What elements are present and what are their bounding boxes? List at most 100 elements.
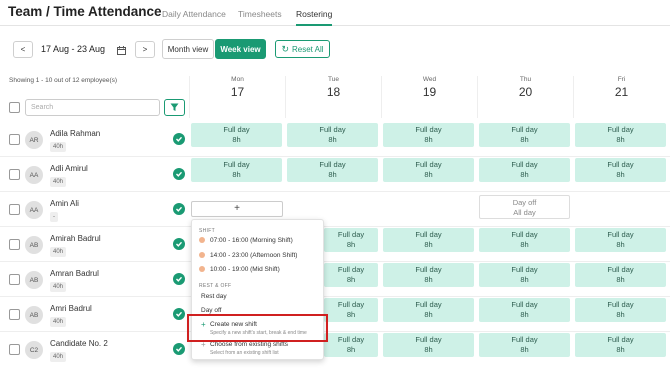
month-view-button[interactable]: Month view <box>162 39 214 59</box>
shift-cell[interactable]: Full day 8h <box>324 298 378 322</box>
shift-duration: 8h <box>616 310 625 319</box>
shift-cell[interactable]: Full day 8h <box>191 158 282 182</box>
shift-label: Full day <box>415 300 442 309</box>
day-off-cell[interactable]: Day off All day <box>479 195 570 219</box>
shift-duration: 8h <box>616 135 625 144</box>
prev-week-button[interactable]: < <box>13 41 33 58</box>
employee-checkbox[interactable] <box>9 204 20 215</box>
tab-timesheets[interactable]: Timesheets <box>238 9 282 26</box>
shift-cell[interactable]: Full day 8h <box>324 333 378 357</box>
shift-label: Full day <box>607 230 634 239</box>
chevron-left-icon: < <box>20 45 26 54</box>
shift-cell[interactable]: Full day 8h <box>575 123 666 147</box>
shift-label: Full day <box>415 160 442 169</box>
shift-cell[interactable]: Full day 8h <box>383 263 474 287</box>
create-new-shift-highlight[interactable] <box>187 314 328 342</box>
shift-duration: 8h <box>520 275 529 284</box>
menu-item-rest-day[interactable]: Rest day <box>201 293 227 300</box>
shift-duration: 8h <box>328 135 337 144</box>
avatar: AR <box>25 131 43 149</box>
add-shift-button[interactable]: + <box>191 201 283 217</box>
shift-cell[interactable]: Full day 8h <box>575 158 666 182</box>
employee-checkbox[interactable] <box>9 274 20 285</box>
status-check-icon <box>173 343 185 355</box>
shift-duration: 8h <box>520 310 529 319</box>
shift-cell[interactable]: Full day 8h <box>575 298 666 322</box>
employee-name: Amin Ali <box>50 199 79 208</box>
day-header-fri: Fri 21 <box>573 76 669 118</box>
row-divider <box>0 191 670 192</box>
shift-cell[interactable]: Full day 8h <box>479 333 570 357</box>
shift-cell[interactable]: Full day 8h <box>383 228 474 252</box>
employee-checkbox[interactable] <box>9 309 20 320</box>
shift-cell[interactable]: Full day 8h <box>287 123 378 147</box>
shift-cell[interactable]: Full day 8h <box>287 158 378 182</box>
shift-cell[interactable]: Full day 8h <box>191 123 282 147</box>
shift-cell[interactable]: Full day 8h <box>575 333 666 357</box>
shift-duration: 8h <box>616 240 625 249</box>
shift-cell[interactable]: Full day 8h <box>479 123 570 147</box>
day-off-label: Day off <box>512 198 537 207</box>
menu-item-day-off[interactable]: Day off <box>201 307 221 314</box>
reset-all-button[interactable]: ↻ Reset All <box>275 40 330 58</box>
day-number: 19 <box>422 85 437 99</box>
shift-cell[interactable]: Full day 8h <box>575 228 666 252</box>
choose-existing-shift-title[interactable]: Choose from existing shifts <box>210 341 288 348</box>
employee-name: Adli Amirul <box>50 164 88 173</box>
status-check-icon <box>173 133 185 145</box>
shift-cell[interactable]: Full day 8h <box>479 263 570 287</box>
shift-color-dot <box>199 252 205 258</box>
employee-checkbox[interactable] <box>9 169 20 180</box>
shift-label: Full day <box>607 335 634 344</box>
date-range: 17 Aug - 23 Aug <box>41 44 106 54</box>
day-number: 21 <box>614 85 629 99</box>
calendar-icon[interactable] <box>117 42 126 55</box>
select-all-checkbox[interactable] <box>9 102 20 113</box>
shift-cell[interactable]: Full day 8h <box>383 333 474 357</box>
shift-duration: 8h <box>520 345 529 354</box>
reset-all-label: Reset All <box>291 44 324 54</box>
row-divider <box>0 261 670 262</box>
shift-label: Full day <box>607 125 634 134</box>
shift-label: Full day <box>415 230 442 239</box>
shift-cell[interactable]: Full day 8h <box>383 298 474 322</box>
shift-cell[interactable]: Full day 8h <box>324 228 378 252</box>
shift-cell[interactable]: Full day 8h <box>479 228 570 252</box>
employee-name: Adila Rahman <box>50 129 101 138</box>
tab-daily-attendance[interactable]: Daily Attendance <box>162 9 226 26</box>
shift-cell[interactable]: Full day 8h <box>479 298 570 322</box>
next-week-button[interactable]: > <box>135 41 155 58</box>
status-check-icon <box>173 168 185 180</box>
menu-item-afternoon-shift[interactable]: 14:00 - 23:00 (Afternoon Shift) <box>199 252 297 259</box>
menu-item-mid-shift[interactable]: 10:00 - 19:00 (Mid Shift) <box>199 266 280 273</box>
employee-checkbox[interactable] <box>9 134 20 145</box>
day-number: 18 <box>326 85 341 99</box>
shift-cell[interactable]: Full day 8h <box>479 158 570 182</box>
shift-cell[interactable]: Full day 8h <box>324 263 378 287</box>
employee-checkbox[interactable] <box>9 239 20 250</box>
employee-checkbox[interactable] <box>9 344 20 355</box>
shift-duration: 8h <box>424 170 433 179</box>
row-divider <box>0 331 670 332</box>
shift-section-header: SHIFT <box>199 228 215 234</box>
shift-duration: 8h <box>520 135 529 144</box>
shift-duration: 8h <box>424 240 433 249</box>
shift-label: Full day <box>511 160 538 169</box>
menu-item-morning-shift[interactable]: 07:00 - 16:00 (Morning Shift) <box>199 237 293 244</box>
shift-label: Full day <box>415 265 442 274</box>
tab-rostering[interactable]: Rostering <box>296 9 333 26</box>
shift-duration: 8h <box>616 345 625 354</box>
status-check-icon <box>173 238 185 250</box>
shift-label: Full day <box>607 265 634 274</box>
day-name: Fri <box>617 76 626 83</box>
shift-label: Full day <box>337 230 365 239</box>
shift-duration: 8h <box>616 170 625 179</box>
shift-cell[interactable]: Full day 8h <box>383 158 474 182</box>
search-input[interactable]: Search <box>25 99 160 116</box>
shift-cell[interactable]: Full day 8h <box>575 263 666 287</box>
page-title: Team / Time Attendance <box>8 4 162 19</box>
filter-button[interactable] <box>164 99 185 116</box>
shift-duration: 8h <box>424 135 433 144</box>
shift-cell[interactable]: Full day 8h <box>383 123 474 147</box>
week-view-button[interactable]: Week view <box>215 39 266 59</box>
